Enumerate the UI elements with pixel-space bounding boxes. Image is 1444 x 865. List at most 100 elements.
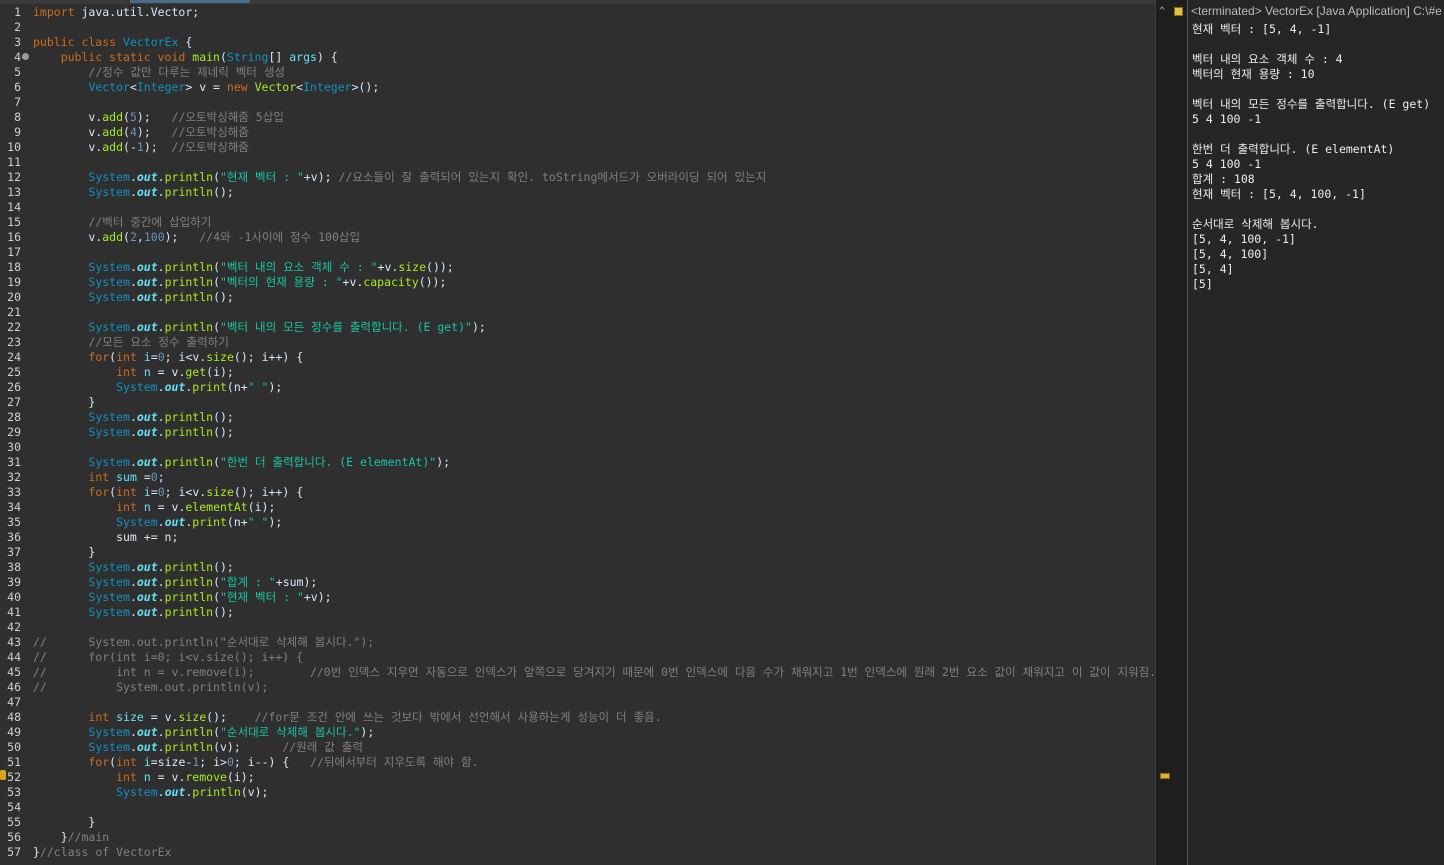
code-line[interactable]: 34 int n = v.elementAt(i); (0, 500, 1155, 515)
code-line[interactable]: 50 System.out.println(v); //원래 값 출력 (0, 740, 1155, 755)
code-text[interactable]: int n = v.remove(i); (33, 770, 255, 785)
code-text[interactable]: System.out.println("현재 벡터 : "+v); (33, 590, 331, 605)
code-text[interactable]: System.out.println("순서대로 삭제해 봅시다."); (33, 725, 374, 740)
code-line[interactable]: 27 } (0, 395, 1155, 410)
code-text[interactable]: System.out.println(); (33, 605, 233, 620)
code-text[interactable]: public class VectorEx { (33, 35, 192, 50)
scroll-up-arrow-icon[interactable]: ^ (1159, 6, 1165, 17)
code-line[interactable]: 21 (0, 305, 1155, 320)
code-line[interactable]: 46 // System.out.println(v); (0, 680, 1155, 695)
code-text[interactable]: System.out.println("벡터 내의 요소 객체 수 : "+v.… (33, 260, 453, 275)
code-line[interactable]: 29 System.out.println(); (0, 425, 1155, 440)
editor-overview-ruler[interactable]: ^ (1155, 0, 1172, 865)
code-text[interactable]: v.add(5); //오토박싱해줌 5삽입 (33, 110, 284, 125)
code-line[interactable]: 15 //벡터 중간에 삽입하기 (0, 215, 1155, 230)
code-line[interactable]: 14 (0, 200, 1155, 215)
code-line[interactable]: 52 int n = v.remove(i); (0, 770, 1155, 785)
code-line[interactable]: 6 Vector<Integer> v = new Vector<Integer… (0, 80, 1155, 95)
code-text[interactable]: // int n = v.remove(i); //0번 인덱스 지우면 자동으… (33, 665, 1155, 680)
code-text[interactable]: int sum =0; (33, 470, 164, 485)
code-line[interactable]: 12 System.out.println("현재 벡터 : "+v); //요… (0, 170, 1155, 185)
code-line[interactable]: 20 System.out.println(); (0, 290, 1155, 305)
code-line[interactable]: 39 System.out.println("합계 : "+sum); (0, 575, 1155, 590)
code-text[interactable]: } (33, 815, 95, 830)
code-text[interactable]: v.add(-1); //오토박싱해줌 (33, 140, 248, 155)
code-text[interactable]: for(int i=0; i<v.size(); i++) { (33, 485, 303, 500)
code-line[interactable]: 5 //정수 값만 다루는 제네릭 벡터 생성 (0, 65, 1155, 80)
code-line[interactable]: 19 System.out.println("벡터의 현재 용량 : "+v.c… (0, 275, 1155, 290)
code-line[interactable]: 49 System.out.println("순서대로 삭제해 봅시다."); (0, 725, 1155, 740)
code-text[interactable]: System.out.println("한번 더 출력합니다. (E eleme… (33, 455, 450, 470)
code-line[interactable]: 30 (0, 440, 1155, 455)
code-line[interactable]: 3 public class VectorEx { (0, 35, 1155, 50)
code-text[interactable]: sum += n; (33, 530, 178, 545)
code-line[interactable]: 38 System.out.println(); (0, 560, 1155, 575)
console-panel[interactable]: <terminated> VectorEx [Java Application]… (1188, 0, 1444, 865)
code-line[interactable]: 31 System.out.println("한번 더 출력합니다. (E el… (0, 455, 1155, 470)
code-line[interactable]: 37 } (0, 545, 1155, 560)
code-line[interactable]: 47 (0, 695, 1155, 710)
code-line[interactable]: 11 (0, 155, 1155, 170)
code-line[interactable]: 43 // System.out.println("순서대로 삭제해 봅시다.")… (0, 635, 1155, 650)
code-line[interactable]: 2 (0, 20, 1155, 35)
code-line[interactable]: 1 import java.util.Vector; (0, 5, 1155, 20)
code-text[interactable]: // System.out.println("순서대로 삭제해 봅시다."); (33, 635, 374, 650)
code-line[interactable]: 35 System.out.print(n+" "); (0, 515, 1155, 530)
code-line[interactable]: 42 (0, 620, 1155, 635)
code-line[interactable]: 48 int size = v.size(); //for문 조건 안에 쓰는 … (0, 710, 1155, 725)
code-text[interactable]: // System.out.println(v); (33, 680, 268, 695)
code-line[interactable]: 51 for(int i=size-1; i>0; i--) { //뒤에서부터… (0, 755, 1155, 770)
code-line[interactable]: 9 v.add(4); //오토박싱해줌 (0, 125, 1155, 140)
code-line[interactable]: 32 int sum =0; (0, 470, 1155, 485)
code-line[interactable]: 57}//class of VectorEx (0, 845, 1155, 860)
code-line[interactable]: 17 (0, 245, 1155, 260)
code-text[interactable]: System.out.println(v); (33, 785, 268, 800)
code-text[interactable]: System.out.println("현재 벡터 : "+v); //요소들이… (33, 170, 766, 185)
code-text[interactable]: System.out.println(); (33, 185, 233, 200)
code-text[interactable]: for(int i=size-1; i>0; i--) { //뒤에서부터 지우… (33, 755, 478, 770)
code-line[interactable]: 4 public static void main(String[] args)… (0, 50, 1155, 65)
code-text[interactable]: int n = v.get(i); (33, 365, 234, 380)
warning-overview-mark[interactable] (1160, 773, 1170, 779)
code-text[interactable]: int size = v.size(); //for문 조건 안에 쓰는 것보다… (33, 710, 661, 725)
code-text[interactable]: System.out.println(v); //원래 값 출력 (33, 740, 363, 755)
code-text[interactable]: System.out.println(); (33, 425, 233, 440)
code-text[interactable]: System.out.println("합계 : "+sum); (33, 575, 317, 590)
code-text[interactable]: System.out.print(n+" "); (33, 380, 282, 395)
code-text[interactable]: public static void main(String[] args) { (33, 50, 338, 65)
code-line[interactable]: 28 System.out.println(); (0, 410, 1155, 425)
code-line[interactable]: 13 System.out.println(); (0, 185, 1155, 200)
code-text[interactable]: // for(int i=0; i<v.size(); i++) { (33, 650, 303, 665)
code-text[interactable]: } (33, 545, 95, 560)
code-text[interactable]: //모든 요소 정수 출력하기 (33, 335, 228, 350)
code-text[interactable]: System.out.println(); (33, 410, 233, 425)
code-text[interactable]: System.out.println(); (33, 560, 233, 575)
code-text[interactable]: System.out.print(n+" "); (33, 515, 282, 530)
panel-splitter[interactable] (1171, 0, 1188, 865)
code-line[interactable]: 54 (0, 800, 1155, 815)
code-text[interactable]: int n = v.elementAt(i); (33, 500, 275, 515)
code-line[interactable]: 55 } (0, 815, 1155, 830)
code-line[interactable]: 18 System.out.println("벡터 내의 요소 객체 수 : "… (0, 260, 1155, 275)
code-line[interactable]: 33 for(int i=0; i<v.size(); i++) { (0, 485, 1155, 500)
code-line[interactable]: 40 System.out.println("현재 벡터 : "+v); (0, 590, 1155, 605)
code-line[interactable]: 56 }//main (0, 830, 1155, 845)
code-editor[interactable]: 1 import java.util.Vector; 2 3 public class … (0, 0, 1155, 865)
code-line[interactable]: 23 //모든 요소 정수 출력하기 (0, 335, 1155, 350)
code-line[interactable]: 7 (0, 95, 1155, 110)
code-line[interactable]: 41 System.out.println(); (0, 605, 1155, 620)
warning-summary-icon[interactable] (1174, 7, 1183, 16)
code-text[interactable]: }//class of VectorEx (33, 845, 172, 860)
code-line[interactable]: 16 v.add(2,100); //4와 -1사이에 정수 100삽입 (0, 230, 1155, 245)
code-text[interactable]: }//main (33, 830, 109, 845)
code-text[interactable]: //벡터 중간에 삽입하기 (33, 215, 211, 230)
code-text[interactable]: import java.util.Vector; (33, 5, 199, 20)
code-text[interactable]: System.out.println("벡터의 현재 용량 : "+v.capa… (33, 275, 446, 290)
active-tab-indicator[interactable] (130, 0, 250, 3)
code-line[interactable]: 45 // int n = v.remove(i); //0번 인덱스 지우면 자… (0, 665, 1155, 680)
code-text[interactable]: v.add(4); //오토박싱해줌 (33, 125, 248, 140)
code-line[interactable]: 10 v.add(-1); //오토박싱해줌 (0, 140, 1155, 155)
code-text[interactable]: System.out.println(); (33, 290, 233, 305)
code-line[interactable]: 8 v.add(5); //오토박싱해줌 5삽입 (0, 110, 1155, 125)
code-line[interactable]: 36 sum += n; (0, 530, 1155, 545)
